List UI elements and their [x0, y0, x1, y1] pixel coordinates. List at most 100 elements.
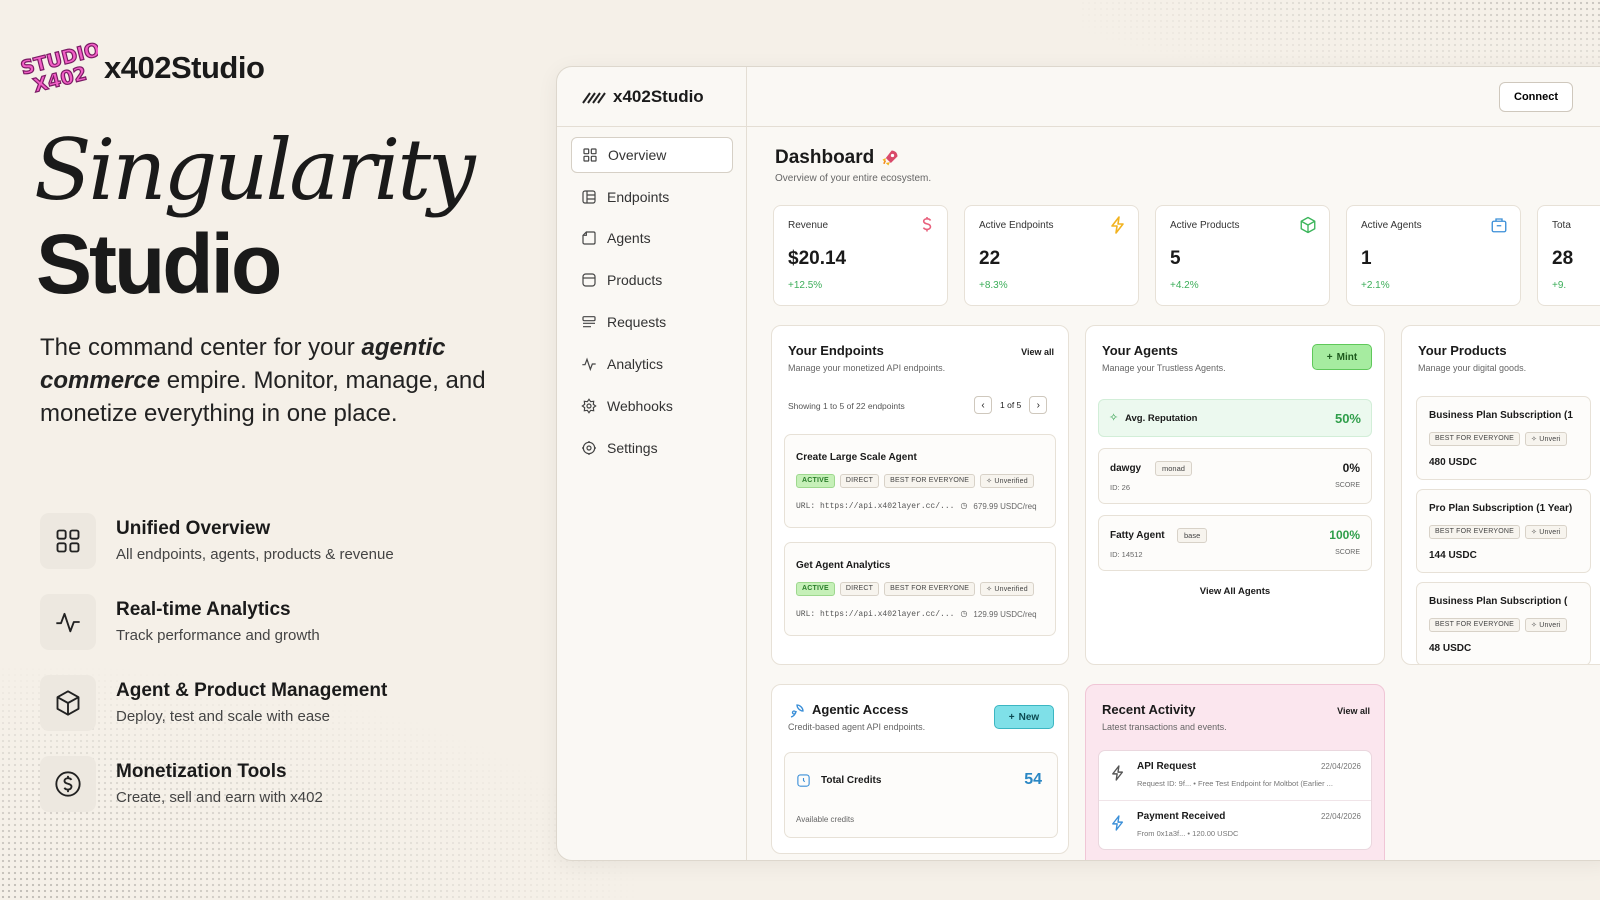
card-subtitle: Credit-based agent API endpoints.	[788, 722, 926, 732]
verification-badge: ✧ Unveri	[1525, 432, 1567, 446]
product-name: Business Plan Subscription (1	[1429, 410, 1573, 421]
view-all-activity-link[interactable]: View all	[1337, 706, 1370, 716]
clock-icon: ◷	[960, 502, 968, 511]
product-item[interactable]: Business Plan Subscription ( BEST FOR EV…	[1416, 582, 1591, 664]
card-subtitle: Manage your digital goods.	[1418, 363, 1527, 373]
sidebar-item-label: Webhooks	[607, 398, 673, 414]
app-logo-text[interactable]: x402Studio	[613, 87, 704, 107]
pagination: ‹ 1 of 5 ›	[974, 396, 1048, 414]
verification-badge: ✧ Unveri	[1525, 525, 1567, 539]
new-button[interactable]: + New	[994, 705, 1054, 729]
stat-label: Active Products	[1170, 220, 1240, 231]
sidebar-item-endpoints[interactable]: Endpoints	[571, 179, 733, 215]
product-price: 144 USDC	[1429, 550, 1477, 561]
stat-card-active-endpoints[interactable]: Active Endpoints 22 +8.3%	[964, 205, 1139, 306]
score-label: SCORE	[1335, 482, 1360, 489]
endpoint-url: URL: https://api.x402layer.cc/...	[796, 501, 955, 511]
stat-label: Active Endpoints	[979, 220, 1054, 231]
stat-value: 22	[979, 248, 1001, 269]
sidebar-item-label: Endpoints	[607, 189, 670, 205]
endpoints-icon	[582, 190, 596, 204]
agent-id: ID: 14512	[1110, 550, 1143, 559]
bolt-icon	[1112, 765, 1124, 781]
agents-icon	[582, 231, 596, 245]
sidebar-item-label: Requests	[607, 314, 667, 330]
box-icon	[1300, 216, 1316, 234]
product-item[interactable]: Business Plan Subscription (1 BEST FOR E…	[1416, 396, 1591, 480]
stat-delta: +12.5%	[788, 280, 823, 291]
sidebar-item-label: Settings	[607, 440, 658, 456]
agent-score: 100%	[1329, 528, 1360, 542]
view-all-endpoints-link[interactable]: View all	[1021, 347, 1054, 357]
verification-badge: ✧ Unverified	[980, 582, 1034, 596]
bag-icon	[1491, 218, 1507, 233]
sparkle-icon: ✧	[1109, 412, 1119, 424]
endpoint-item[interactable]: Create Large Scale Agent ACTIVE DIRECT B…	[784, 434, 1056, 528]
agent-item[interactable]: dawgy monad ID: 26 0% SCORE	[1098, 448, 1372, 504]
stat-card-total[interactable]: Tota 28 +9.	[1537, 205, 1600, 306]
cube-icon	[40, 674, 96, 731]
mint-button[interactable]: + Mint	[1312, 344, 1372, 370]
page-indicator: 1 of 5	[1000, 400, 1022, 410]
recent-activity-card: Recent Activity Latest transactions and …	[1085, 684, 1385, 860]
endpoint-url: URL: https://api.x402layer.cc/...	[796, 609, 955, 619]
sidebar-item-analytics[interactable]: Analytics	[571, 346, 733, 382]
feature-item: Agent & Product Management Deploy, test a…	[40, 662, 394, 743]
verification-text: Unveri	[1539, 436, 1561, 443]
product-name: Pro Plan Subscription (1 Year)	[1429, 503, 1573, 514]
dollar-icon	[922, 217, 932, 232]
clock-icon: ◷	[960, 610, 968, 619]
chevron-right-icon[interactable]: ›	[1029, 396, 1048, 414]
product-item[interactable]: Pro Plan Subscription (1 Year) BEST FOR …	[1416, 489, 1591, 573]
sidebar-item-webhooks[interactable]: Webhooks	[571, 388, 733, 424]
card-title: Agentic Access	[812, 702, 909, 717]
endpoint-name: Create Large Scale Agent	[796, 452, 917, 463]
audience-badge: BEST FOR EVERYONE	[1429, 525, 1520, 539]
stat-label: Active Agents	[1361, 220, 1422, 231]
sidebar-item-label: Analytics	[607, 356, 664, 372]
endpoints-card: Your Endpoints Manage your monetized API…	[771, 325, 1069, 665]
view-all-agents-link[interactable]: View All Agents	[1086, 586, 1384, 597]
endpoint-tags: ACTIVE DIRECT BEST FOR EVERYONE ✧ Unveri…	[796, 582, 1034, 596]
sidebar-item-requests[interactable]: Requests	[571, 304, 733, 340]
studio-x402-logo: STUDIO X402	[18, 40, 98, 96]
feature-desc: All endpoints, agents, products & revenu…	[116, 546, 394, 563]
stat-card-active-agents[interactable]: Active Agents 1 +2.1%	[1346, 205, 1521, 306]
card-title: Your Endpoints	[788, 343, 884, 358]
stat-value: 1	[1361, 248, 1372, 269]
sidebar-item-agents[interactable]: Agents	[571, 220, 733, 256]
activity-item[interactable]: API Request 22/04/2026 Request ID: 9f...…	[1099, 751, 1371, 801]
verification-text: Unveri	[1539, 529, 1561, 536]
x402-logo-icon	[582, 91, 606, 104]
verification-text: Unverified	[994, 586, 1028, 593]
stat-delta: +8.3%	[979, 280, 1008, 291]
stat-label: Revenue	[788, 220, 829, 231]
stat-delta: +2.1%	[1361, 280, 1390, 291]
stat-card-revenue[interactable]: Revenue $20.14 +12.5%	[773, 205, 948, 306]
connect-button[interactable]: Connect	[1499, 82, 1573, 112]
activity-date: 22/04/2026	[1320, 812, 1361, 821]
chevron-left-icon[interactable]: ‹	[974, 396, 992, 414]
bolt-icon	[1112, 815, 1124, 831]
sidebar-item-label: Agents	[607, 230, 651, 246]
analytics-icon	[582, 357, 596, 372]
agent-item[interactable]: Fatty Agent base ID: 14512 100% SCORE	[1098, 515, 1372, 571]
audience-badge: BEST FOR EVERYONE	[1429, 432, 1520, 446]
endpoint-item[interactable]: Get Agent Analytics ACTIVE DIRECT BEST F…	[784, 542, 1056, 636]
audience-badge: BEST FOR EVERYONE	[884, 582, 976, 596]
total-credits: Total Credits 54 Available credits	[784, 752, 1058, 838]
sidebar-item-settings[interactable]: Settings	[571, 430, 733, 466]
product-name: Business Plan Subscription (	[1429, 596, 1568, 607]
product-price: 480 USDC	[1429, 457, 1477, 468]
sidebar-item-products[interactable]: Products	[571, 262, 733, 298]
activity-item[interactable]: Payment Received 22/04/2026 From 0x1a3f.…	[1099, 801, 1371, 851]
endpoint-price: 679.99 USDC/req	[973, 501, 1037, 511]
stat-delta: +9.	[1552, 280, 1567, 291]
plus-icon: +	[1008, 711, 1015, 723]
agents-card: Your Agents Manage your Trustless Agents…	[1085, 325, 1385, 665]
sidebar-item-overview[interactable]: Overview	[571, 137, 733, 173]
stat-value: 28	[1552, 248, 1574, 269]
stat-card-active-products[interactable]: Active Products 5 +4.2%	[1155, 205, 1330, 306]
sidebar-item-label: Overview	[608, 147, 667, 163]
page-title-text: Dashboard	[775, 147, 875, 168]
